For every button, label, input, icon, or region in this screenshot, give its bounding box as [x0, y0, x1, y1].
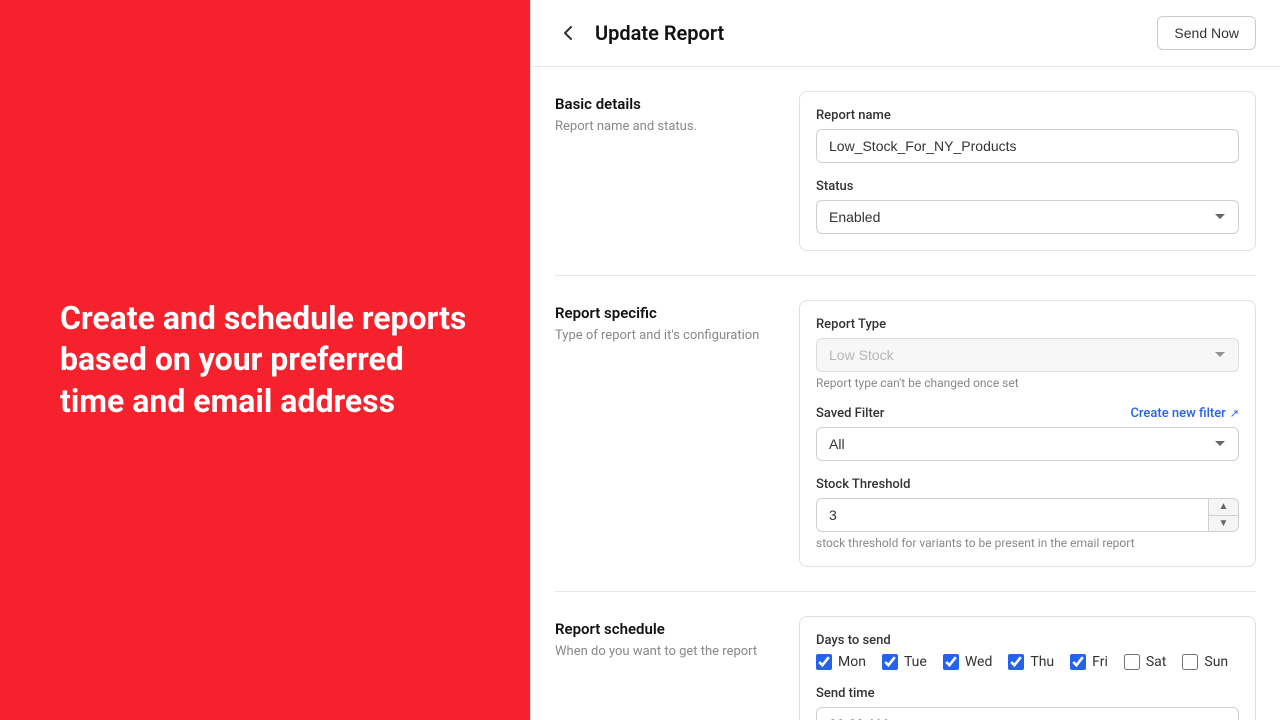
day-wed-checkbox[interactable]: [943, 654, 959, 670]
divider-1: [555, 275, 1256, 276]
back-arrow-icon: [559, 23, 579, 43]
left-panel-text: Create and schedule reports based on you…: [60, 298, 470, 423]
spinner-down-button[interactable]: ▼: [1209, 516, 1238, 532]
stock-threshold-field: Stock Threshold ▲ ▼ stock threshold for …: [816, 477, 1239, 550]
days-to-send-label: Days to send: [816, 633, 1239, 648]
report-schedule-info: Report schedule When do you want to get …: [555, 616, 775, 720]
day-thu-label: Thu: [1030, 654, 1054, 670]
day-sat-label: Sat: [1146, 654, 1167, 670]
day-wed-label: Wed: [965, 654, 993, 670]
day-tue[interactable]: Tue: [882, 654, 927, 670]
send-time-label: Send time: [816, 686, 1239, 701]
right-panel: Update Report Send Now Basic details Rep…: [530, 0, 1280, 720]
stock-threshold-label: Stock Threshold: [816, 477, 1239, 492]
report-schedule-desc: When do you want to get the report: [555, 644, 775, 659]
stock-threshold-wrapper: ▲ ▼: [816, 498, 1239, 532]
basic-details-title: Basic details: [555, 95, 775, 113]
stock-threshold-input[interactable]: [816, 498, 1239, 532]
saved-filter-label-row: Saved Filter Create new filter ↗: [816, 406, 1239, 421]
report-specific-section: Report specific Type of report and it's …: [555, 300, 1256, 567]
report-name-input[interactable]: [816, 129, 1239, 163]
day-fri[interactable]: Fri: [1070, 654, 1108, 670]
status-field: Status Enabled Disabled: [816, 179, 1239, 234]
day-sat[interactable]: Sat: [1124, 654, 1167, 670]
modal-header-left: Update Report: [555, 19, 724, 47]
divider-2: [555, 591, 1256, 592]
day-sun[interactable]: Sun: [1182, 654, 1228, 670]
saved-filter-label: Saved Filter: [816, 406, 884, 421]
day-sun-checkbox[interactable]: [1182, 654, 1198, 670]
day-sun-label: Sun: [1204, 654, 1228, 670]
external-link-icon: ↗: [1230, 407, 1239, 420]
report-schedule-title: Report schedule: [555, 620, 775, 638]
day-tue-label: Tue: [904, 654, 927, 670]
saved-filter-select[interactable]: All: [816, 427, 1239, 461]
day-mon-label: Mon: [838, 654, 866, 670]
page-title: Update Report: [595, 21, 724, 45]
day-fri-label: Fri: [1092, 654, 1108, 670]
day-wed[interactable]: Wed: [943, 654, 993, 670]
status-label: Status: [816, 179, 1239, 194]
basic-details-section: Basic details Report name and status. Re…: [555, 91, 1256, 251]
report-name-label: Report name: [816, 108, 1239, 123]
saved-filter-field: Saved Filter Create new filter ↗ All: [816, 406, 1239, 461]
day-tue-checkbox[interactable]: [882, 654, 898, 670]
report-type-hint: Report type can't be changed once set: [816, 376, 1239, 390]
day-thu-checkbox[interactable]: [1008, 654, 1024, 670]
report-schedule-content: Days to send Mon Tue: [799, 616, 1256, 720]
report-specific-info: Report specific Type of report and it's …: [555, 300, 775, 567]
report-type-label: Report Type: [816, 317, 1239, 332]
spinner-up-button[interactable]: ▲: [1209, 499, 1238, 516]
create-new-filter-label: Create new filter: [1130, 406, 1225, 421]
report-type-select[interactable]: Low Stock: [816, 338, 1239, 372]
back-button[interactable]: [555, 19, 583, 47]
day-mon-checkbox[interactable]: [816, 654, 832, 670]
modal-header: Update Report Send Now: [531, 0, 1280, 67]
report-specific-title: Report specific: [555, 304, 775, 322]
send-time-field: Send time 09:00 AM 10:00 AM 11:00 AM Sho…: [816, 686, 1239, 720]
number-spinners: ▲ ▼: [1208, 499, 1238, 531]
day-mon[interactable]: Mon: [816, 654, 866, 670]
report-schedule-section: Report schedule When do you want to get …: [555, 616, 1256, 720]
report-type-field: Report Type Low Stock Report type can't …: [816, 317, 1239, 390]
report-name-field: Report name: [816, 108, 1239, 163]
left-panel: Create and schedule reports based on you…: [0, 0, 530, 720]
send-time-select[interactable]: 09:00 AM 10:00 AM 11:00 AM: [816, 707, 1239, 720]
basic-details-content: Report name Status Enabled Disabled: [799, 91, 1256, 251]
report-specific-content: Report Type Low Stock Report type can't …: [799, 300, 1256, 567]
send-now-button[interactable]: Send Now: [1157, 16, 1256, 50]
create-new-filter-link[interactable]: Create new filter ↗: [1130, 406, 1239, 421]
modal: Update Report Send Now Basic details Rep…: [530, 0, 1280, 720]
basic-details-desc: Report name and status.: [555, 119, 775, 134]
day-thu[interactable]: Thu: [1008, 654, 1054, 670]
modal-body: Basic details Report name and status. Re…: [531, 67, 1280, 720]
days-group: Mon Tue Wed: [816, 654, 1239, 670]
day-sat-checkbox[interactable]: [1124, 654, 1140, 670]
report-specific-desc: Type of report and it's configuration: [555, 328, 775, 343]
basic-details-info: Basic details Report name and status.: [555, 91, 775, 251]
days-to-send-field: Days to send Mon Tue: [816, 633, 1239, 670]
day-fri-checkbox[interactable]: [1070, 654, 1086, 670]
stock-threshold-hint: stock threshold for variants to be prese…: [816, 536, 1239, 550]
status-select[interactable]: Enabled Disabled: [816, 200, 1239, 234]
